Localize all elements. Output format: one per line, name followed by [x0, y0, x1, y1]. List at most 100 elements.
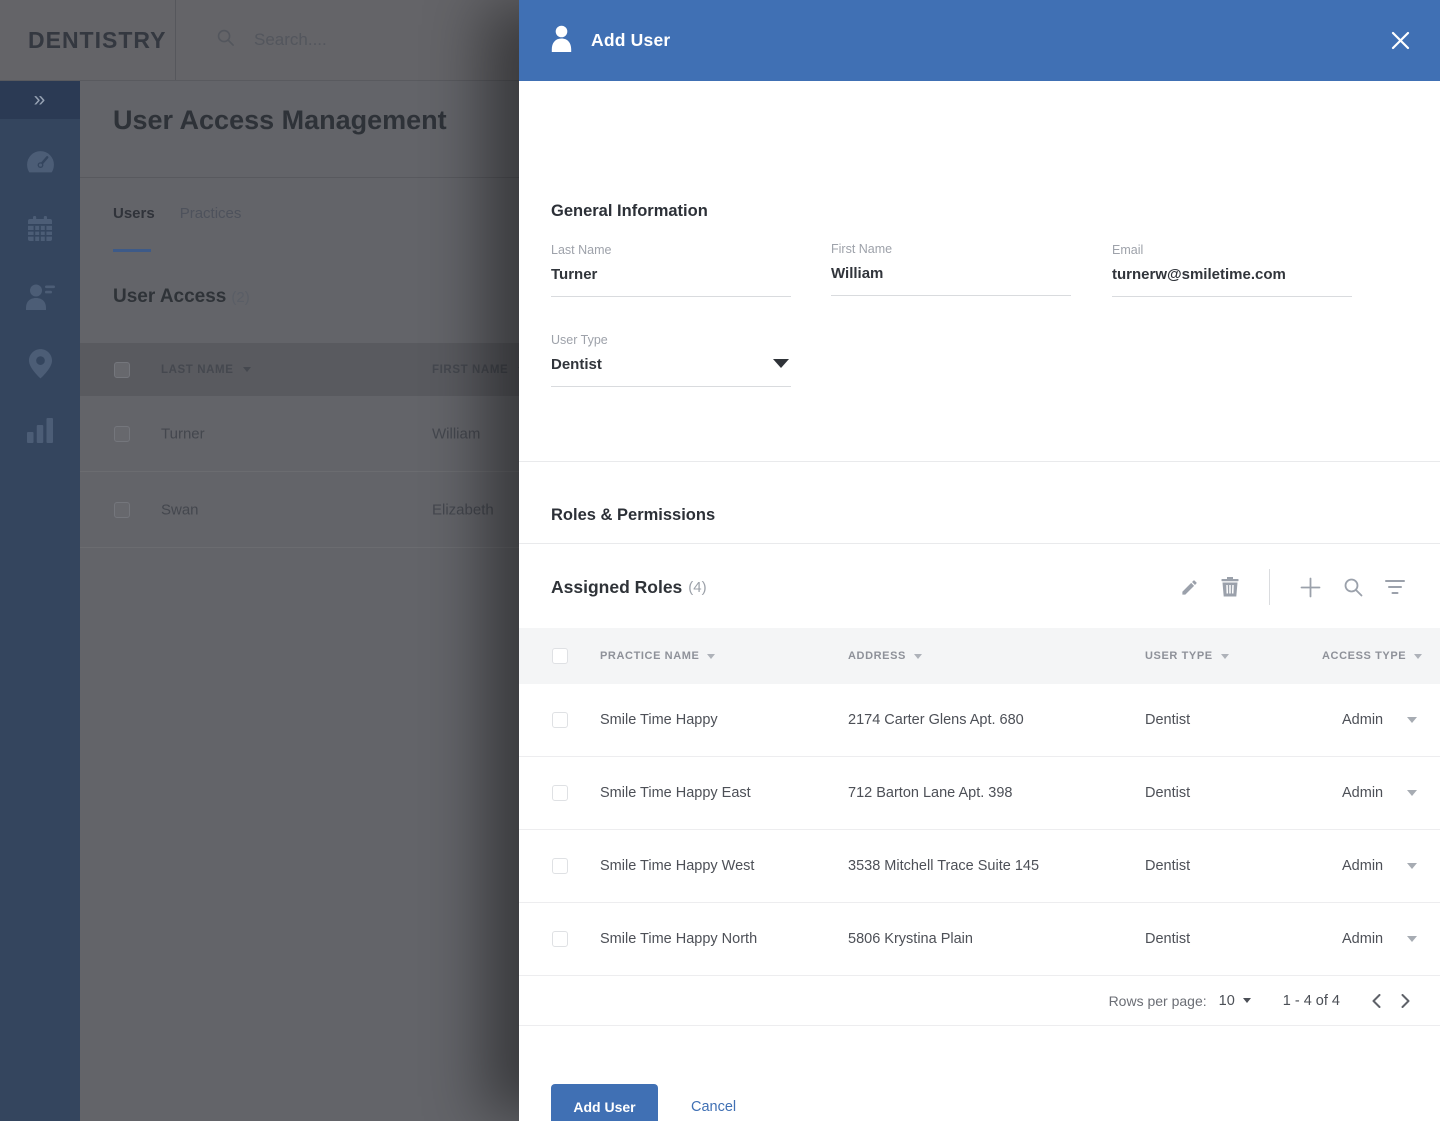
row-checkbox[interactable]: [552, 785, 568, 801]
bar-chart-icon: [25, 417, 55, 448]
row-checkbox[interactable]: [552, 931, 568, 947]
last-name-cell: Turner: [161, 425, 205, 442]
rows-per-page-select[interactable]: 10: [1219, 993, 1251, 1009]
sort-address[interactable]: ADDRESS: [848, 650, 922, 662]
access-type-select[interactable]: Admin: [1342, 785, 1418, 801]
roles-toolbar: [1180, 569, 1405, 605]
modal-title: Add User: [591, 30, 671, 50]
sort-access-type[interactable]: ACCESS TYPE: [1322, 650, 1423, 662]
dashboard-gauge-icon: [24, 149, 57, 181]
delete-trash-icon[interactable]: [1221, 577, 1239, 597]
dropdown-caret-icon: [1407, 717, 1418, 723]
row-checkbox[interactable]: [552, 712, 568, 728]
sort-caret-icon: [914, 653, 922, 659]
dropdown-caret-icon: [773, 359, 789, 368]
table-row: Smile Time Happy West 3538 Mitchell Trac…: [519, 830, 1440, 903]
pagination-bar: Rows per page: 10 1 - 4 of 4: [519, 976, 1440, 1026]
address-cell: 5806 Krystina Plain: [848, 931, 973, 947]
section-heading: User Access (2): [113, 286, 250, 308]
table-row: Smile Time Happy 2174 Carter Glens Apt. …: [519, 684, 1440, 757]
access-type-select[interactable]: Admin: [1342, 931, 1418, 947]
column-label: USER TYPE: [1145, 650, 1213, 662]
sort-caret-icon: [1414, 653, 1423, 659]
filter-icon[interactable]: [1385, 579, 1405, 595]
field-value: Dentist: [551, 356, 602, 373]
modal-footer: Add User Cancel: [551, 1084, 736, 1121]
sidebar-item-dashboard[interactable]: [0, 131, 80, 198]
field-value: Turner: [551, 266, 598, 283]
tab-bar: Users Practices: [113, 205, 241, 222]
user-type-cell: Dentist: [1145, 785, 1191, 801]
access-type-select[interactable]: Admin: [1342, 712, 1418, 728]
table-row: Smile Time Happy East 712 Barton Lane Ap…: [519, 757, 1440, 830]
last-name-field[interactable]: Last Name Turner: [551, 243, 791, 297]
tab-practices[interactable]: Practices: [180, 205, 242, 222]
dropdown-caret-icon: [1242, 998, 1251, 1003]
screen: DENTISTRY Search.... » User Access Manag…: [0, 0, 1440, 1121]
global-search[interactable]: Search....: [216, 28, 327, 52]
add-user-modal: Add User General Information Last Name T…: [519, 0, 1440, 1121]
practice-name-cell: Smile Time Happy North: [600, 931, 758, 947]
cancel-button[interactable]: Cancel: [691, 1099, 736, 1115]
first-name-cell: Elizabeth: [432, 501, 494, 518]
field-label: Last Name: [551, 243, 612, 257]
column-label: PRACTICE NAME: [600, 650, 700, 662]
assigned-roles-table: PRACTICE NAME ADDRESS USER TYPE ACCESS T…: [519, 628, 1440, 1026]
roles-permissions-heading: Roles & Permissions: [551, 506, 716, 524]
divider: [519, 461, 1440, 462]
toolbar-divider: [1269, 569, 1270, 605]
calendar-icon: [25, 214, 55, 249]
row-checkbox[interactable]: [552, 858, 568, 874]
address-cell: 2174 Carter Glens Apt. 680: [848, 712, 1024, 728]
page-title: User Access Management: [113, 105, 447, 135]
previous-page-icon[interactable]: [1372, 993, 1381, 1008]
first-name-field[interactable]: First Name William: [831, 242, 1071, 296]
email-field[interactable]: Email turnerw@smiletime.com: [1112, 243, 1352, 297]
sidebar-item-calendar[interactable]: [0, 198, 80, 265]
sort-user-type[interactable]: USER TYPE: [1145, 650, 1229, 662]
edit-pencil-icon[interactable]: [1180, 578, 1199, 597]
sort-last-name[interactable]: LAST NAME: [161, 363, 252, 376]
table-header-row: PRACTICE NAME ADDRESS USER TYPE ACCESS T…: [519, 628, 1440, 684]
sidebar-item-users[interactable]: [0, 265, 80, 332]
sidebar-item-reports[interactable]: [0, 399, 80, 466]
select-all-checkbox[interactable]: [114, 361, 130, 378]
sidebar-expand-button[interactable]: »: [0, 81, 80, 119]
next-page-icon[interactable]: [1401, 993, 1410, 1008]
location-pin-icon: [28, 348, 53, 384]
row-checkbox[interactable]: [114, 501, 130, 518]
access-type-select[interactable]: Admin: [1342, 858, 1418, 874]
field-label: Email: [1112, 243, 1144, 257]
field-label: User Type: [551, 333, 608, 347]
assigned-roles-title: Assigned Roles: [551, 576, 683, 597]
rows-per-page-value: 10: [1218, 992, 1235, 1009]
add-plus-icon[interactable]: [1300, 577, 1321, 598]
add-user-button[interactable]: Add User: [551, 1084, 658, 1121]
tab-users[interactable]: Users: [113, 205, 155, 222]
search-icon: [216, 28, 235, 52]
sidebar-item-locations[interactable]: [0, 332, 80, 399]
select-all-checkbox[interactable]: [552, 648, 568, 664]
column-label: ADDRESS: [848, 650, 906, 662]
address-cell: 712 Barton Lane Apt. 398: [848, 785, 1013, 801]
sort-first-name[interactable]: FIRST NAME: [432, 364, 527, 376]
user-type-cell: Dentist: [1145, 931, 1191, 947]
sort-caret-icon: [243, 367, 252, 372]
dropdown-caret-icon: [1407, 790, 1418, 796]
assigned-roles-count: (4): [688, 578, 707, 596]
rows-per-page-label: Rows per page:: [1108, 992, 1207, 1009]
active-tab-underline: [113, 249, 151, 252]
row-checkbox[interactable]: [114, 425, 130, 442]
assigned-roles-header: Assigned Roles (4): [551, 569, 1405, 605]
access-type-value: Admin: [1342, 785, 1384, 801]
user-type-select[interactable]: User Type Dentist: [551, 333, 791, 387]
search-icon[interactable]: [1343, 577, 1363, 597]
column-label: ACCESS TYPE: [1322, 650, 1407, 662]
sidebar-nav: [0, 119, 80, 466]
user-icon: [549, 25, 574, 57]
practice-name-cell: Smile Time Happy East: [600, 785, 751, 801]
column-label: LAST NAME: [161, 363, 234, 376]
sort-practice-name[interactable]: PRACTICE NAME: [600, 650, 716, 662]
section-title: User Access: [113, 286, 227, 307]
close-icon[interactable]: [1391, 31, 1410, 50]
